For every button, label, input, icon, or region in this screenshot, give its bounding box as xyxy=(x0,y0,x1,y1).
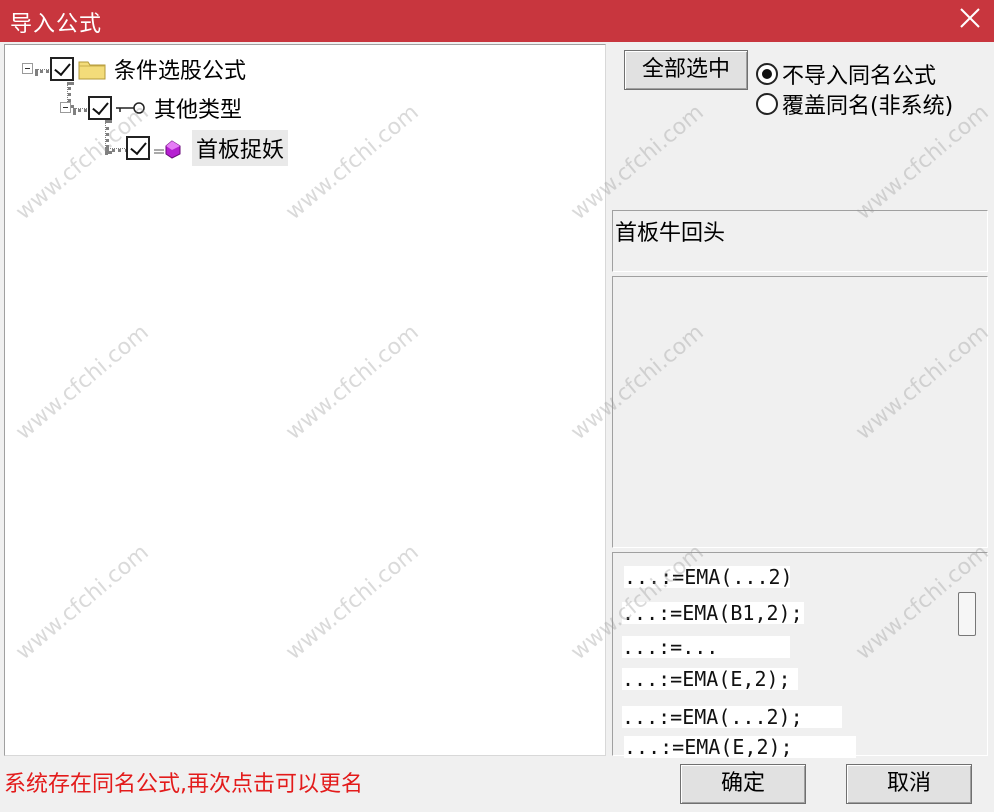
tree-root-label: 条件选股公式 xyxy=(114,59,247,84)
code-line: ...:=... xyxy=(622,636,790,658)
formula-name: 首板牛回头 xyxy=(615,221,726,246)
folder-icon xyxy=(78,61,106,80)
cancel-button[interactable]: 取消 xyxy=(846,764,972,804)
formula-name-box[interactable]: 首板牛回头 xyxy=(612,210,988,272)
formula-description-box[interactable] xyxy=(612,276,988,548)
collapse-toggle[interactable] xyxy=(60,102,71,113)
key-icon xyxy=(116,102,145,114)
formula-gem-icon xyxy=(154,140,181,159)
tree-node-formula[interactable]: 首板捉妖 xyxy=(126,130,289,166)
tree-root-checkbox[interactable] xyxy=(50,57,74,81)
title-bar: 导入公式 xyxy=(0,0,994,42)
collapse-toggle[interactable] xyxy=(22,63,33,74)
tree-category-label: 其他类型 xyxy=(154,98,243,123)
radio-no-import-indicator[interactable] xyxy=(756,63,778,85)
formula-tree-panel xyxy=(4,44,606,756)
code-line: ...:=EMA(E,2); xyxy=(624,736,856,758)
radio-no-import[interactable]: 不导入同名公式 xyxy=(756,58,936,90)
ok-button[interactable]: 确定 xyxy=(680,764,806,804)
code-line: ...:=EMA(B1,2); xyxy=(622,602,804,624)
radio-overwrite-label: 覆盖同名(非系统) xyxy=(782,94,954,119)
code-scrollbar-thumb[interactable] xyxy=(958,592,976,636)
close-icon[interactable] xyxy=(956,4,984,32)
radio-overwrite-indicator[interactable] xyxy=(756,93,778,115)
tree-formula-checkbox[interactable] xyxy=(126,136,150,160)
code-line: ...:=EMA(...2); xyxy=(622,706,842,728)
tree-node-root[interactable]: 条件选股公式 xyxy=(50,53,246,85)
select-all-button[interactable]: 全部选中 xyxy=(624,50,748,90)
code-line: ...:=EMA(...2) xyxy=(624,566,790,588)
tree-category-checkbox[interactable] xyxy=(88,96,112,120)
radio-overwrite[interactable]: 覆盖同名(非系统) xyxy=(756,88,953,120)
radio-no-import-label: 不导入同名公式 xyxy=(782,64,937,89)
tree-node-category[interactable]: 其他类型 xyxy=(88,92,242,124)
code-line: ...:=EMA(E,2); xyxy=(622,668,798,690)
tree-formula-label: 首板捉妖 xyxy=(192,130,289,166)
status-message: 系统存在同名公式,再次点击可以更名 xyxy=(4,772,363,797)
window-title: 导入公式 xyxy=(10,12,103,37)
